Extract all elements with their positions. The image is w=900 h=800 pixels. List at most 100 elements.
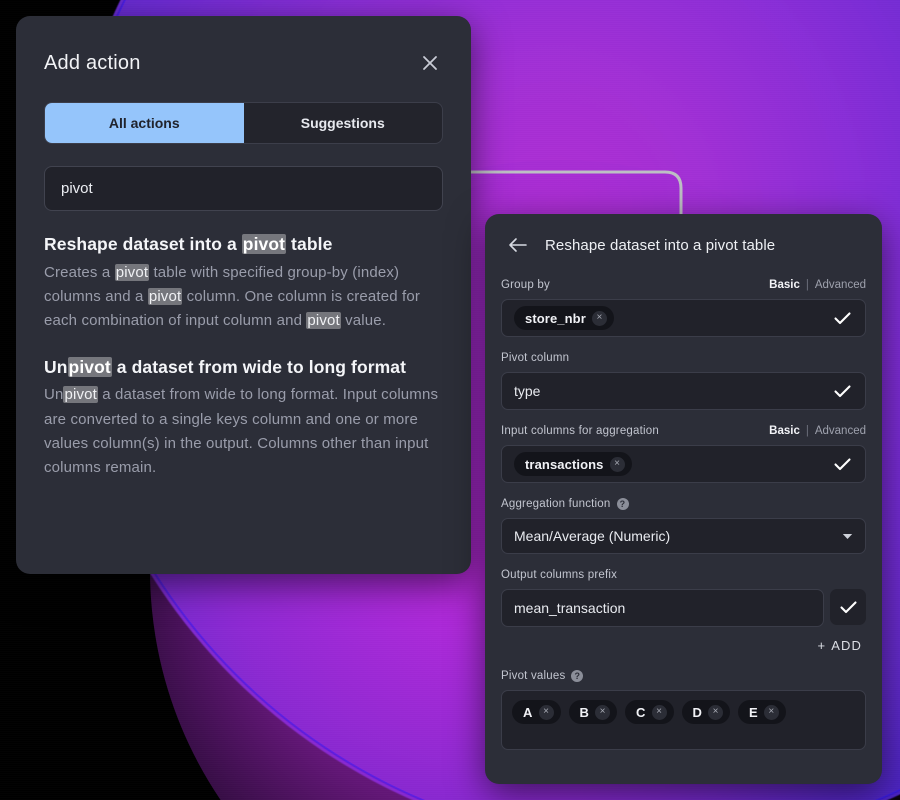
back-arrow-icon[interactable] (507, 234, 529, 256)
chip-label: store_nbr (525, 310, 586, 326)
config-title: Reshape dataset into a pivot table (545, 236, 776, 254)
field-pivot-values: Pivot values ? A × B × C × D × E × (501, 668, 866, 750)
field-header: Aggregation function ? (501, 496, 866, 512)
config-header: Reshape dataset into a pivot table (485, 214, 882, 256)
chip-remove-icon[interactable]: × (708, 704, 723, 720)
field-label-text: Aggregation function (501, 498, 611, 510)
mode-advanced[interactable]: Advanced (815, 425, 866, 437)
pivot-column-value: type (514, 383, 541, 399)
plus-icon: + (817, 638, 827, 653)
mode-advanced[interactable]: Advanced (815, 279, 866, 291)
checkmark-icon-pivot-column[interactable] (829, 384, 855, 398)
field-label: Output columns prefix (501, 569, 618, 581)
field-header: Pivot values ? (501, 668, 866, 684)
chip-remove-icon[interactable]: × (651, 704, 667, 720)
pivot-column-input[interactable]: type (501, 372, 866, 410)
search-results-list: Reshape dataset into a pivot table Create… (44, 233, 443, 481)
search-field-wrapper (44, 166, 443, 211)
search-highlight: pivot (147, 288, 183, 306)
add-button-label: ADD (831, 638, 862, 653)
help-icon-pivot-values[interactable]: ? (571, 670, 584, 682)
add-button-row: + ADD (501, 636, 866, 655)
chip-label: transactions (525, 456, 604, 472)
field-output-prefix: Output columns prefix mean_transaction (501, 567, 866, 627)
checkmark-icon-output-prefix[interactable] (830, 589, 866, 625)
field-label: Pivot column (501, 352, 570, 364)
field-header: Group by Basic | Advanced (501, 277, 866, 293)
chip-row: store_nbr × (514, 306, 829, 330)
pivot-values-input[interactable]: A × B × C × D × E × (501, 690, 866, 750)
screen: Add action All actions Suggestions Resha… (0, 0, 900, 800)
search-result-description: Unpivot a dataset from wide to long form… (44, 386, 439, 477)
search-result-description: Creates a pivot table with specified gro… (44, 263, 420, 330)
mode-separator: | (805, 425, 809, 437)
mode-toggle-input-columns: Basic | Advanced (769, 425, 866, 437)
mode-basic[interactable]: Basic (769, 425, 800, 437)
field-header: Pivot column (501, 350, 866, 366)
chip-label: A (523, 704, 533, 720)
chip-remove-icon[interactable]: × (609, 456, 625, 472)
field-pivot-column: Pivot column type (501, 350, 866, 410)
aggregation-function-value: Mean/Average (Numeric) (514, 528, 671, 544)
field-group-by: Group by Basic | Advanced store_nbr × (501, 277, 866, 337)
chip-remove-icon[interactable]: × (538, 704, 554, 720)
chip-store-nbr[interactable]: store_nbr × (514, 306, 614, 330)
help-icon-aggregation[interactable]: ? (616, 498, 629, 510)
chip-transactions[interactable]: transactions × (514, 452, 632, 476)
output-prefix-input[interactable]: mean_transaction (501, 589, 824, 627)
chip-label: C (636, 704, 646, 720)
chip-pivot-value[interactable]: D × (681, 700, 730, 724)
page-title: Add action (44, 51, 141, 74)
output-prefix-value: mean_transaction (514, 600, 626, 616)
search-input[interactable] (44, 166, 443, 211)
search-result-item[interactable]: Reshape dataset into a pivot table Create… (44, 233, 443, 334)
aggregation-function-select[interactable]: Mean/Average (Numeric) (501, 518, 866, 554)
mode-separator: | (805, 279, 809, 291)
field-label: Input columns for aggregation (501, 425, 659, 437)
group-by-input[interactable]: store_nbr × (501, 299, 866, 337)
search-result-item[interactable]: Unpivot a dataset from wide to long form… (44, 356, 443, 481)
chevron-down-icon[interactable] (842, 527, 853, 545)
tab-bar: All actions Suggestions (44, 102, 443, 144)
mode-basic[interactable]: Basic (769, 279, 800, 291)
checkmark-icon-input-columns[interactable] (829, 457, 855, 471)
dialog-header: Add action (16, 16, 471, 76)
search-result-title: Reshape dataset into a pivot table (44, 234, 333, 254)
search-highlight: pivot (114, 263, 150, 281)
search-highlight: pivot (241, 234, 287, 254)
search-result-title: Unpivot a dataset from wide to long form… (44, 356, 407, 377)
chip-pivot-value[interactable]: C × (625, 700, 674, 724)
chip-pivot-value[interactable]: B × (568, 700, 617, 724)
search-highlight: pivot (63, 386, 98, 404)
input-columns-input[interactable]: transactions × (501, 445, 866, 483)
mode-toggle-group-by: Basic | Advanced (769, 279, 866, 291)
field-label: Pivot values ? (501, 670, 584, 682)
field-label: Group by (501, 279, 550, 291)
add-button[interactable]: + ADD (814, 636, 866, 655)
add-action-dialog: Add action All actions Suggestions Resha… (16, 16, 471, 574)
chip-label: B (579, 704, 589, 720)
chip-label: D (692, 704, 702, 720)
config-body: Group by Basic | Advanced store_nbr × Pi… (485, 256, 882, 750)
field-label-text: Pivot values (501, 670, 566, 682)
action-config-panel: Reshape dataset into a pivot table Group… (485, 214, 882, 784)
chip-remove-icon[interactable]: × (591, 310, 607, 326)
field-header: Output columns prefix (501, 567, 866, 583)
tab-suggestions[interactable]: Suggestions (244, 103, 443, 143)
chip-remove-icon[interactable]: × (763, 704, 779, 720)
field-header: Input columns for aggregation Basic | Ad… (501, 423, 866, 439)
chip-pivot-value[interactable]: E × (738, 700, 786, 724)
field-input-columns: Input columns for aggregation Basic | Ad… (501, 423, 866, 483)
chip-remove-icon[interactable]: × (595, 704, 610, 720)
field-aggregation-function: Aggregation function ? Mean/Average (Num… (501, 496, 866, 554)
checkmark-icon-group-by[interactable] (829, 311, 855, 325)
field-label: Aggregation function ? (501, 498, 629, 510)
output-prefix-row: mean_transaction (501, 589, 866, 627)
chip-pivot-value[interactable]: A × (512, 700, 561, 724)
search-highlight: pivot (67, 356, 112, 377)
close-icon[interactable] (417, 50, 443, 76)
chip-row: transactions × (514, 452, 829, 476)
search-highlight: pivot (306, 312, 341, 330)
tab-all-actions[interactable]: All actions (45, 103, 244, 143)
chip-label: E (749, 704, 758, 720)
